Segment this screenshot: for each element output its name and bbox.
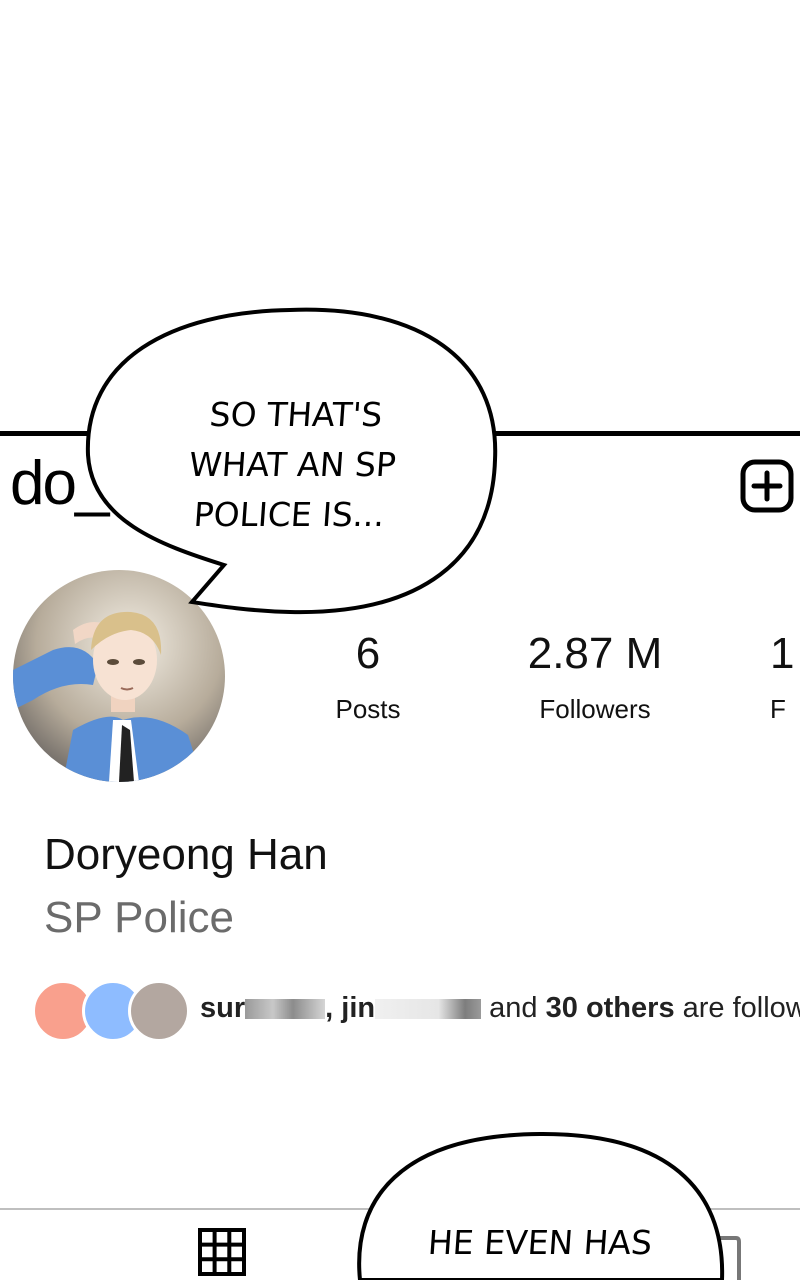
- stat-posts[interactable]: 6 Posts: [318, 628, 418, 725]
- avatar-illustration: [13, 570, 225, 782]
- speech-bubble-1-text: SO THAT'S WHAT AN SP POLICE IS...: [145, 390, 440, 540]
- follower-name-2: jin: [341, 992, 376, 1024]
- followed-by-row[interactable]: sur, jin and 30 others are follow: [32, 980, 800, 1044]
- followed-suffix: are follow: [674, 992, 800, 1024]
- profile-category: SP Police: [44, 893, 234, 942]
- stat-followers[interactable]: 2.87 M Followers: [500, 628, 690, 725]
- posts-label: Posts: [335, 694, 401, 724]
- following-count: 1: [770, 629, 795, 678]
- tagged-icon: [720, 1236, 741, 1280]
- grid-icon: [198, 1228, 246, 1276]
- following-label: F: [770, 694, 786, 724]
- followers-count: 2.87 M: [527, 629, 663, 678]
- new-post-button[interactable]: [740, 459, 794, 513]
- blurred-name-2: [375, 999, 482, 1020]
- stat-following[interactable]: 1 F: [770, 628, 800, 725]
- profile-username: do_: [10, 449, 109, 518]
- blurred-name-1: [245, 999, 326, 1020]
- bubble-1-line-2: WHAT AN SP: [187, 445, 398, 484]
- bubble-1-line-1: SO THAT'S: [208, 395, 384, 434]
- tab-grid[interactable]: [198, 1228, 246, 1276]
- follower-name-1: sur: [200, 992, 246, 1024]
- profile-full-name: Doryeong Han: [44, 830, 328, 879]
- follower-separator: ,: [325, 992, 342, 1024]
- bubble-1-line-3: POLICE IS...: [192, 495, 386, 534]
- profile-avatar[interactable]: [13, 570, 225, 782]
- followed-and: and: [489, 992, 546, 1024]
- tab-tagged[interactable]: [716, 1228, 742, 1280]
- followers-label: Followers: [539, 694, 651, 724]
- followed-count: 30 others: [545, 992, 675, 1024]
- bubble-2-line-1: HE EVEN HAS: [426, 1223, 654, 1262]
- followed-by-text: sur, jin and 30 others are follow: [200, 992, 800, 1025]
- follower-avatar: [128, 980, 190, 1042]
- plus-square-icon: [740, 459, 794, 513]
- posts-count: 6: [355, 629, 381, 678]
- speech-bubble-2-text: HE EVEN HAS: [378, 1218, 701, 1268]
